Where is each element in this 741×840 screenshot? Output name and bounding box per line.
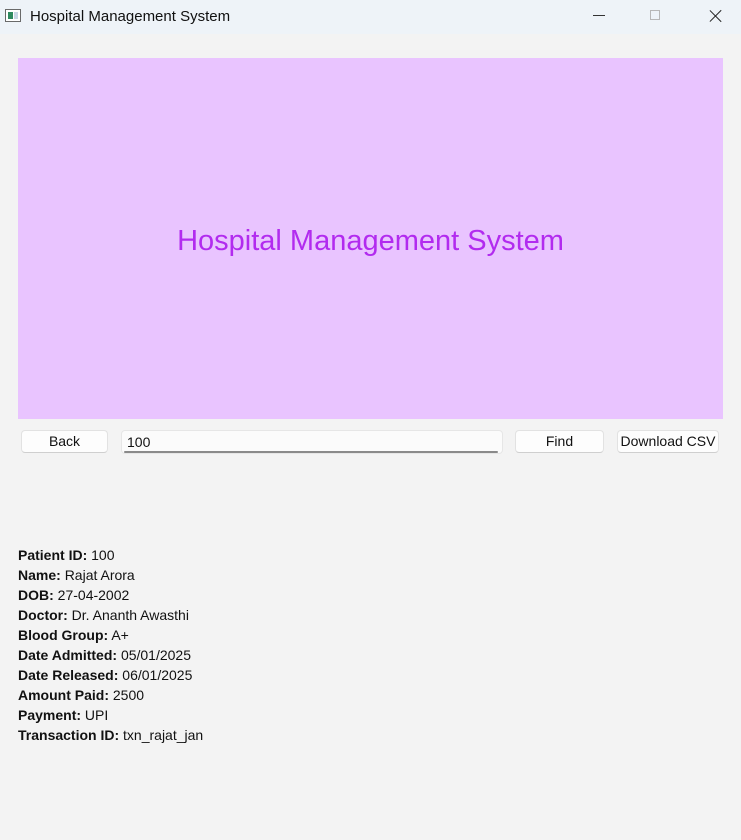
detail-value: A+ [111,627,129,643]
detail-label: Amount Paid: [18,687,109,703]
detail-value: txn_rajat_jan [123,727,204,743]
detail-row-date-admitted: Date Admitted: 05/01/2025 [18,645,418,665]
patient-id-input[interactable] [127,432,487,451]
header-banner: Hospital Management System [18,58,723,419]
detail-value: 06/01/2025 [122,667,193,683]
detail-label: Transaction ID: [18,727,120,743]
window-title: Hospital Management System [30,8,231,25]
find-button[interactable]: Find [515,430,604,453]
detail-value: Dr. Ananth Awasthi [71,607,189,623]
detail-label: Patient ID: [18,547,88,563]
detail-label: Name: [18,567,61,583]
detail-value: 05/01/2025 [120,647,192,663]
minimize-icon [593,15,605,16]
detail-value: 100 [91,547,115,563]
download-csv-button[interactable]: Download CSV [617,430,719,453]
back-button[interactable]: Back [21,430,108,453]
detail-row-blood-group: Blood Group: A+ [18,625,418,645]
detail-value: Rajat Arora [64,567,135,583]
detail-label: Payment: [18,707,82,723]
input-focus-underline [124,451,498,453]
detail-row-name: Name: Rajat Arora [18,565,418,585]
patient-details: Patient ID: 100 Name: Rajat Arora DOB: 2… [18,545,418,745]
minimize-button[interactable] [576,0,622,32]
detail-row-amount-paid: Amount Paid: 2500 [18,685,418,705]
title-bar[interactable]: Hospital Management System [0,0,741,34]
detail-row-payment: Payment: UPI [18,705,418,725]
detail-row-transaction-id: Transaction ID: txn_rajat_jan [18,725,418,745]
detail-label: Date Released: [18,667,119,683]
maximize-icon [650,10,660,20]
detail-row-dob: DOB: 27-04-2002 [18,585,418,605]
app-window: Hospital Management System Hospital Mana… [0,0,741,840]
detail-value: 2500 [112,687,145,703]
detail-value: UPI [84,707,109,723]
detail-row-doctor: Doctor: Dr. Ananth Awasthi [18,605,418,625]
detail-label: DOB: [18,587,54,603]
close-icon [709,9,722,22]
banner-title: Hospital Management System [177,225,564,257]
patient-id-field[interactable] [121,430,503,454]
detail-label: Blood Group: [18,627,109,643]
detail-row-patient-id: Patient ID: 100 [18,545,418,565]
app-window-icon [5,9,21,22]
detail-label: Date Admitted: [18,647,118,663]
detail-row-date-released: Date Released: 06/01/2025 [18,665,418,685]
maximize-button[interactable] [633,0,679,32]
detail-label: Doctor: [18,607,68,623]
close-button[interactable] [692,0,738,32]
detail-value: 27-04-2002 [57,587,130,603]
